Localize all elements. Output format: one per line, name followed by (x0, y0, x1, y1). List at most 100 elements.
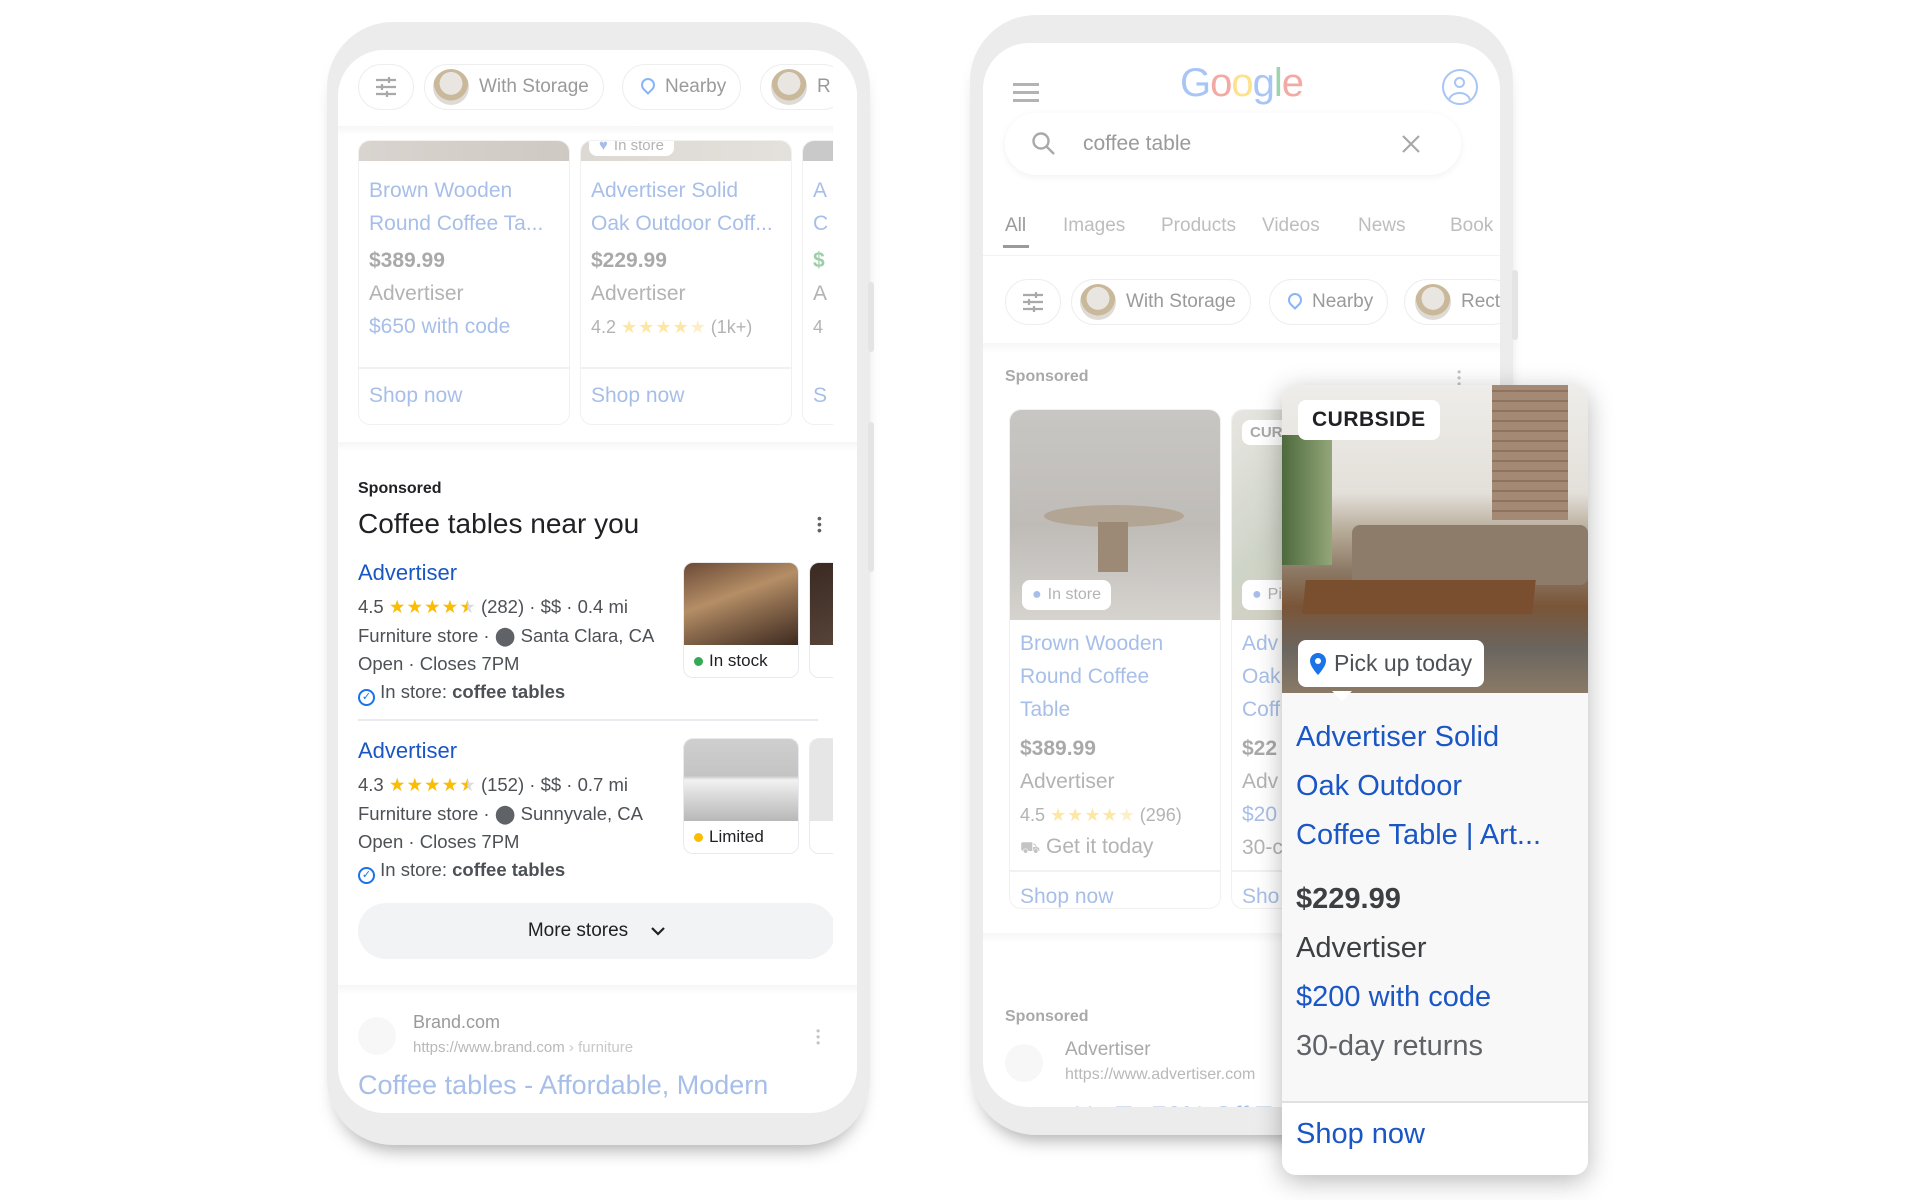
chip-label: With Storage (1126, 291, 1236, 312)
location-pin-icon: ● (1252, 586, 1262, 603)
product-seller: Advertiser (1020, 770, 1115, 793)
shop-now-link[interactable]: Shop now (369, 384, 462, 408)
product-title-link[interactable]: Advertiser Solid (1296, 721, 1499, 754)
product-seller: Advertiser (1296, 932, 1427, 964)
shop-now-link[interactable]: Shop now (1296, 1118, 1425, 1151)
tab-videos[interactable]: Videos (1262, 215, 1320, 237)
account-icon[interactable] (1442, 69, 1478, 105)
store-product-thumb[interactable]: In stock (683, 562, 799, 678)
card-divider (581, 367, 791, 369)
product-rating: 4.5 ★★★★★ (296) (1020, 805, 1182, 826)
product-title: A (813, 179, 828, 202)
section-divider (338, 126, 857, 136)
store-type: Furniture store (358, 625, 479, 646)
product-card[interactable]: ● In store Brown Wooden Round Coffee Tab… (1009, 409, 1221, 909)
rectangular-table-thumb (771, 69, 807, 105)
product-title: Brown Wooden (369, 179, 513, 202)
availability-label: Limited (709, 827, 764, 846)
filter-chip[interactable] (358, 64, 414, 110)
map-pin-icon: ⬤ (494, 625, 516, 646)
more-options-icon[interactable]: • • • (816, 1025, 820, 1049)
chip-with-storage[interactable]: With Storage (424, 64, 604, 110)
store-type-row: Furniture store · ⬤ Sunnyvale, CA (358, 803, 643, 824)
section-divider (338, 985, 857, 995)
location-pin-icon: ● (1032, 586, 1042, 603)
product-title-link[interactable]: Oak Outdoor (1296, 770, 1462, 803)
product-card[interactable]: ♥ In store Advertiser Solid Oak Outdoor … (580, 140, 792, 425)
product-price: $229.99 (591, 249, 667, 272)
result-title-link[interactable]: Coffee tables - Affordable, Modern (358, 1070, 768, 1101)
rating-value: 4.3 (358, 774, 384, 795)
review-count: (296) (1139, 805, 1182, 825)
more-stores-button[interactable]: More stores (358, 903, 836, 959)
pickup-label: Pick up today (1334, 650, 1473, 676)
distance: 0.4 mi (577, 596, 629, 617)
location-pin-icon (1310, 652, 1326, 675)
shop-now-link[interactable]: S (813, 384, 827, 408)
product-title: Round Coffee (1020, 665, 1150, 688)
status-dot (694, 656, 703, 666)
product-title: Coff (1242, 698, 1281, 721)
section-divider (338, 442, 857, 452)
product-price: $22 (1242, 737, 1278, 760)
tabs-divider (983, 255, 1500, 256)
review-count: (282) (480, 596, 525, 617)
hamburger-menu-icon[interactable] (1013, 83, 1039, 102)
half-star-icon: ★ (459, 774, 476, 795)
url-path: › furniture (568, 1039, 634, 1056)
open-status: Open (358, 653, 404, 674)
location-pin-icon (1288, 293, 1302, 311)
status-dot (694, 832, 703, 842)
chip-label: With Storage (479, 76, 589, 97)
filter-chip[interactable] (1005, 279, 1061, 325)
store-location: Sunnyvale, CA (520, 803, 643, 824)
shop-now-link[interactable]: Shop now (591, 384, 684, 408)
store-type: Furniture store (358, 803, 479, 824)
in-store-item: coffee tables (452, 859, 566, 880)
shop-now-link[interactable]: Shop now (1020, 885, 1113, 908)
availability-status: In stock (684, 645, 798, 677)
section-divider (983, 343, 1500, 353)
tag-label: In store (613, 140, 664, 154)
clear-search-icon[interactable] (1401, 134, 1421, 154)
product-title-link[interactable]: Coffee Table | Art... (1296, 819, 1541, 852)
review-count: (1k+) (710, 317, 753, 337)
chip-rectangular[interactable]: Rect (1404, 279, 1500, 325)
half-star-icon: ★ (689, 317, 706, 337)
advertiser-url: https://www.advertiser.com (1065, 1066, 1256, 1083)
more-options-icon[interactable]: • • • (817, 511, 822, 537)
product-image (684, 739, 798, 821)
chip-nearby[interactable]: Nearby (622, 64, 742, 110)
product-title: Oak (1242, 665, 1281, 688)
tab-all[interactable]: All (1005, 215, 1026, 237)
left-phone-screen: With Storage Nearby R Brown Wooden Round… (338, 50, 857, 1113)
tab-news[interactable]: News (1358, 215, 1406, 237)
pickup-tag-pointer (1332, 691, 1352, 701)
search-input[interactable] (1083, 132, 1393, 156)
product-title: Table (1020, 698, 1071, 721)
search-box[interactable] (1005, 113, 1461, 175)
store-divider (358, 719, 818, 721)
highlighted-product-card[interactable]: CURBSIDE Pick up today Advertiser Solid … (1282, 385, 1588, 1175)
store-rating-row: 4.5 ★★★★★ (282) · $$ · 0.4 mi (358, 596, 629, 617)
product-card[interactable]: Brown Wooden Round Coffee Ta... $389.99 … (358, 140, 570, 425)
chip-with-storage[interactable]: With Storage (1071, 279, 1251, 325)
store-name-link[interactable]: Advertiser (358, 560, 457, 586)
product-promo: $200 with code (1296, 981, 1492, 1013)
ad-title-link[interactable]: Save Up To 70% Off T (1005, 1101, 1272, 1107)
filter-sliders-icon (1023, 292, 1043, 312)
chip-nearby[interactable]: Nearby (1269, 279, 1389, 325)
tab-books[interactable]: Book (1450, 215, 1493, 237)
shop-now-link[interactable]: Sho (1242, 885, 1279, 908)
active-tab-indicator (1003, 245, 1029, 248)
map-pin-icon: ⬤ (494, 803, 516, 824)
side-button (868, 282, 874, 352)
storage-table-thumb (1080, 284, 1116, 320)
store-product-thumb[interactable]: Limited (683, 738, 799, 854)
tab-products[interactable]: Products (1161, 215, 1236, 237)
tab-images[interactable]: Images (1063, 215, 1125, 237)
delivery-truck-icon: ⛟ (1020, 840, 1041, 857)
half-star-icon: ★ (1118, 805, 1135, 825)
store-name-link[interactable]: Advertiser (358, 738, 457, 764)
product-price: $389.99 (1020, 737, 1096, 760)
